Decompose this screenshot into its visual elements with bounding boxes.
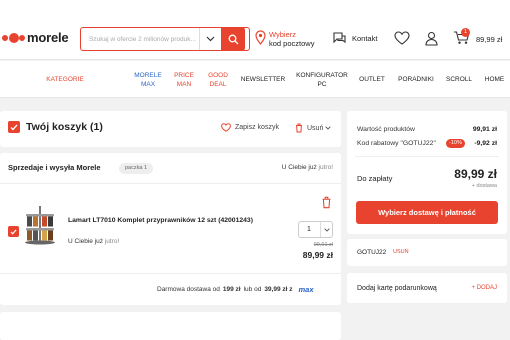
- delivery-max-threshold: 39,99 zł z: [264, 286, 293, 293]
- morele-max-logo: max: [298, 285, 314, 294]
- divider: [355, 156, 499, 157]
- wishlist-button[interactable]: [394, 31, 410, 47]
- nav-item-morele-max[interactable]: MORELE MAX: [128, 61, 168, 98]
- cart-title: Twój koszyk (1): [8, 121, 103, 133]
- quantity-dropdown-toggle[interactable]: [320, 222, 332, 237]
- save-cart-label: Zapisz koszyk: [235, 124, 279, 131]
- products-value-label: Wartość produktów: [357, 126, 415, 133]
- divider: [0, 183, 341, 184]
- heart-icon: [394, 31, 410, 45]
- heart-icon: [221, 123, 231, 132]
- delete-cart-button[interactable]: Usuń: [295, 123, 331, 133]
- chat-bubble-icon: [333, 32, 346, 44]
- delete-cart-label: Usuń: [307, 124, 324, 132]
- free-delivery-info: Darmowa dostawa od 199 zł lub od 39,99 z…: [157, 285, 314, 294]
- postal-code-line1: Wybierz: [269, 30, 297, 39]
- nav-item-guides[interactable]: PORADNIKI: [393, 61, 439, 98]
- arrival-info: U Ciebie już jutro!: [282, 164, 333, 171]
- nav-item-outlet[interactable]: OUTLET: [353, 61, 391, 98]
- discount-code-label: Kod rabatowy "GOTUJ22": [357, 140, 436, 147]
- delivery-middle: lub od: [243, 286, 262, 293]
- remove-discount-code-link[interactable]: USUŃ: [393, 249, 409, 255]
- header-cart-price[interactable]: 89,99 zł: [476, 35, 502, 44]
- add-gift-card-link[interactable]: + DODAJ: [471, 285, 497, 291]
- chevron-down-icon: [323, 227, 330, 232]
- nav-item-home[interactable]: HOME: [479, 61, 510, 98]
- header-cart-button[interactable]: 1: [453, 28, 470, 47]
- divider: [0, 273, 341, 274]
- checkmark-icon: [10, 228, 17, 235]
- seller-name: Sprzedaje i wysyła Morele: [8, 163, 101, 172]
- product-checkbox[interactable]: [8, 226, 19, 237]
- contact-link[interactable]: Kontakt: [332, 31, 377, 45]
- search-button[interactable]: [221, 27, 245, 51]
- contact-label: Kontakt: [352, 33, 378, 43]
- postal-code-line2: kod pocztowy: [269, 39, 315, 48]
- search-icon: [228, 34, 238, 44]
- chevron-down-icon: [325, 126, 331, 130]
- select-all-checkbox[interactable]: [8, 121, 20, 133]
- account-button[interactable]: [425, 31, 438, 48]
- product-price: 89,99 zł: [302, 250, 333, 260]
- spice-rack-icon: [25, 206, 55, 245]
- discount-value: -9,92 zł: [474, 140, 497, 147]
- choose-delivery-payment-button[interactable]: Wybierz dostawę i płatność: [356, 201, 498, 224]
- product-old-price: 99,91 zł: [313, 242, 333, 248]
- cart-next-panel: [0, 312, 341, 340]
- morele-logo[interactable]: morele: [2, 30, 69, 45]
- quantity-value: 1: [307, 226, 311, 233]
- checkmark-icon: [10, 124, 18, 131]
- arrival-prefix: U Ciebie już: [281, 164, 317, 171]
- package-badge: paczka 1: [119, 163, 154, 174]
- chevron-down-icon: [206, 36, 215, 42]
- product-availability: U Ciebie już jutro!: [68, 238, 119, 245]
- nav-item-newsletter[interactable]: NEWSLETTER: [236, 61, 290, 98]
- product-image[interactable]: [23, 205, 57, 245]
- delivery-prefix: Darmowa dostawa od: [157, 286, 220, 293]
- quantity-select[interactable]: 1: [298, 221, 333, 238]
- save-cart-button[interactable]: Zapisz koszyk: [221, 123, 279, 132]
- availability-prefix: U Ciebie już: [68, 238, 104, 245]
- product-name-link[interactable]: Lamart LT7010 Komplet przyprawników 12 s…: [68, 217, 253, 224]
- to-pay-value: 89,99 zł: [454, 167, 497, 181]
- search-category-dropdown[interactable]: [199, 28, 221, 50]
- cart-heading: Twój koszyk (1): [26, 121, 103, 133]
- remove-product-button[interactable]: [321, 196, 332, 211]
- user-icon: [425, 31, 438, 46]
- search-input[interactable]: [81, 35, 199, 43]
- to-pay-label: Do zapłaty: [357, 174, 393, 183]
- postal-code-selector[interactable]: Wybierz kod pocztowy: [255, 30, 314, 48]
- nav-item-scroll[interactable]: SCROLL: [441, 61, 477, 98]
- trash-icon: [322, 196, 331, 209]
- nav-item-categories[interactable]: KATEGORIE: [30, 61, 100, 98]
- availability-day: jutro!: [104, 238, 120, 245]
- main-navigation: KATEGORIE MORELE MAX PRICE MAN GOOD DEAL…: [0, 61, 510, 98]
- logo-text: morele: [27, 30, 69, 45]
- to-pay-note: + dostawa: [471, 183, 497, 189]
- delivery-threshold: 199 zł: [222, 286, 241, 293]
- nav-item-configurator[interactable]: KONFIGURATOR PC: [292, 61, 352, 98]
- cart-count-badge: 1: [461, 28, 470, 37]
- products-value: 99,91 zł: [472, 126, 497, 133]
- gift-card-label: Dodaj kartę podarunkową: [357, 285, 437, 292]
- search-bar: [80, 27, 250, 51]
- arrival-day: jutro!: [318, 164, 333, 171]
- location-pin-icon: [255, 30, 266, 45]
- nav-item-good-deal[interactable]: GOOD DEAL: [198, 61, 238, 98]
- applied-discount-code: GOTUJ22: [357, 249, 387, 256]
- discount-percent-badge: -10%: [446, 139, 465, 148]
- site-header: morele Wybierz kod pocztowy Kontakt 1 89…: [0, 0, 510, 60]
- logo-mark-icon: [2, 32, 25, 43]
- trash-icon: [296, 123, 302, 133]
